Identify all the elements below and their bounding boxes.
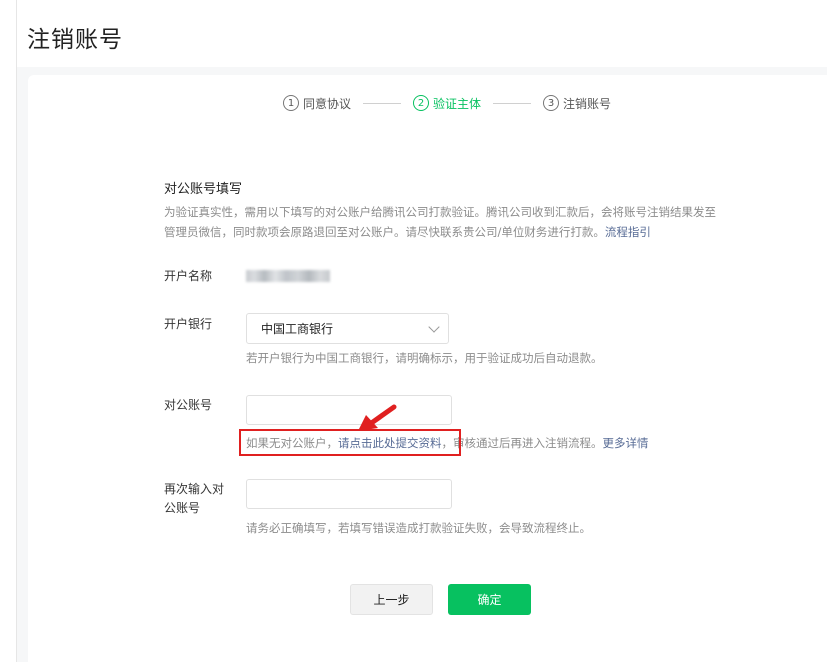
more-details-link[interactable]: 更多详情	[603, 436, 649, 450]
content-card	[28, 75, 827, 662]
reenter-account-hint: 请务必正确填写，若填写错误造成打款验证失败，会导致流程终止。	[246, 521, 591, 535]
section-description: 为验证真实性，需用以下填写的对公账户给腾讯公司打款验证。腾讯公司收到汇款后，会将…	[164, 202, 724, 242]
stepper: 1 同意协议 2 验证主体 3 注销账号	[283, 93, 611, 113]
bank-select[interactable]: 中国工商银行	[246, 313, 449, 344]
section-title: 对公账号填写	[164, 182, 243, 197]
step-connector	[363, 102, 402, 104]
chevron-down-icon	[428, 321, 440, 333]
highlight-box	[239, 429, 461, 456]
account-name-value-blurred	[246, 270, 330, 282]
account-name-label: 开户名称	[164, 269, 213, 283]
previous-step-button[interactable]: 上一步	[350, 584, 433, 615]
notice-mid: ，审核通过后再进入注销流程。	[441, 436, 603, 450]
reenter-account-input[interactable]	[246, 479, 452, 509]
step-3: 3 注销账号	[543, 95, 611, 112]
step-2-label: 验证主体	[433, 96, 482, 111]
reenter-account-label: 再次输入对公账号	[164, 482, 225, 515]
account-number-label: 对公账号	[164, 398, 213, 412]
step-3-label: 注销账号	[563, 96, 612, 111]
step-3-number: 3	[543, 95, 560, 111]
account-number-input[interactable]	[246, 395, 452, 425]
step-2-number: 2	[413, 95, 430, 111]
bank-hint: 若开户银行为中国工商银行，请明确标示，用于验证成功后自动退款。	[246, 351, 603, 365]
bank-label: 开户银行	[164, 317, 213, 331]
page-title: 注销账号	[27, 27, 123, 53]
confirm-button[interactable]: 确定	[448, 584, 531, 615]
step-1-label: 同意协议	[303, 96, 352, 111]
step-2: 2 验证主体	[413, 95, 481, 112]
process-guide-link[interactable]: 流程指引	[605, 225, 651, 239]
step-1-number: 1	[283, 95, 299, 111]
step-connector	[493, 102, 532, 104]
step-1: 1 同意协议	[283, 95, 351, 112]
red-arrow-icon	[358, 404, 397, 431]
bank-select-value: 中国工商银行	[261, 322, 334, 336]
